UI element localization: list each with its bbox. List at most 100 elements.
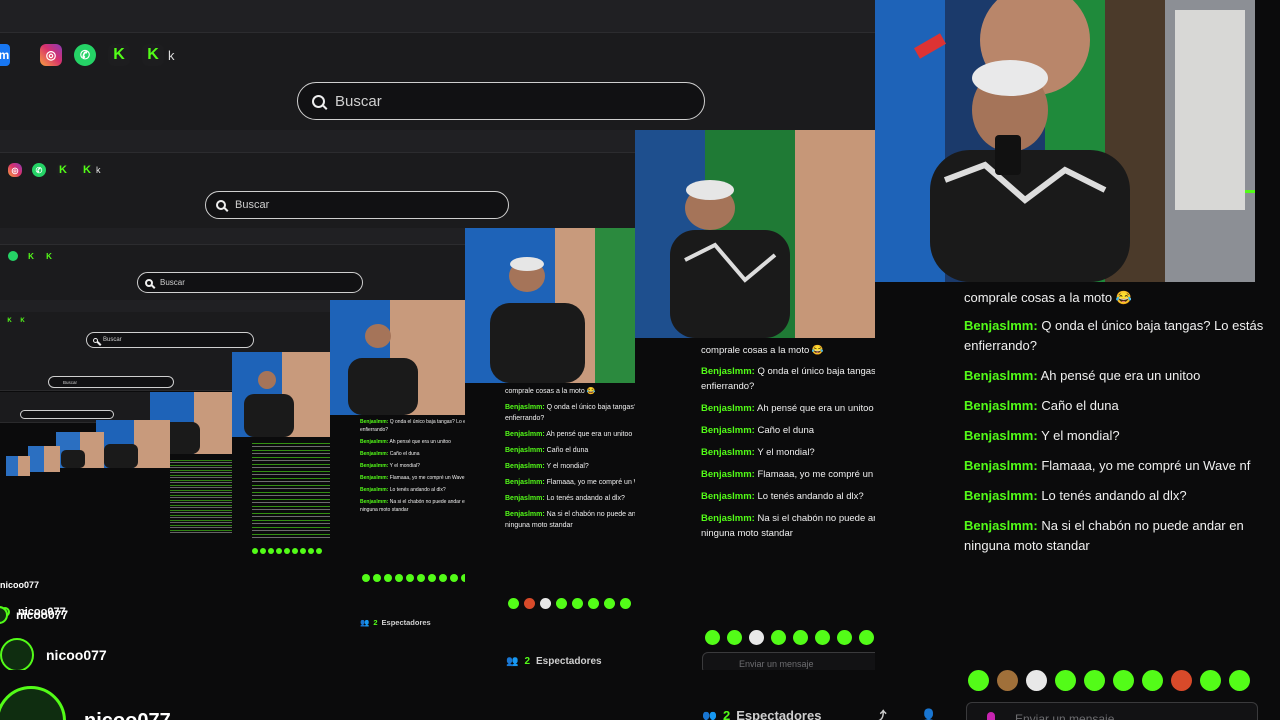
chat-username[interactable]: Benjaslmm:	[964, 488, 1038, 503]
emote-icon[interactable]	[300, 548, 306, 554]
emote-icon[interactable]	[556, 598, 567, 609]
chat-username[interactable]: Benjaslmm:	[360, 451, 388, 457]
facebook-icon[interactable]: m	[0, 44, 10, 66]
emote-icon[interactable]	[1142, 670, 1163, 691]
whatsapp-icon[interactable]	[8, 251, 18, 261]
avatar[interactable]	[0, 686, 66, 720]
chat-username[interactable]: Benjaslmm:	[360, 419, 388, 425]
avatar[interactable]	[0, 606, 8, 624]
video-player[interactable]	[96, 420, 170, 468]
emote-icon[interactable]	[540, 598, 551, 609]
emote-icon[interactable]	[749, 630, 764, 645]
instagram-icon[interactable]: ◎	[8, 163, 22, 177]
chat-username[interactable]: Benjaslmm:	[701, 366, 755, 377]
kick-icon[interactable]: K	[6, 317, 13, 324]
video-player[interactable]	[28, 446, 60, 472]
search-input[interactable]	[20, 410, 114, 419]
emote-icon[interactable]	[997, 670, 1018, 691]
chat-username[interactable]: Benjaslmm:	[701, 469, 755, 480]
emote-icon[interactable]	[276, 548, 282, 554]
emote-icon[interactable]	[588, 598, 599, 609]
channel-name[interactable]: nicoo077	[84, 710, 171, 720]
emote-icon[interactable]	[815, 630, 830, 645]
user-plus-icon[interactable]: 👤	[920, 708, 936, 720]
emote-icon[interactable]	[439, 574, 447, 582]
chat-username[interactable]: Benjaslmm:	[701, 403, 755, 414]
channel-name[interactable]: nicoo077	[16, 608, 68, 622]
emote-icon[interactable]	[524, 598, 535, 609]
video-player[interactable]	[56, 432, 104, 468]
chat-username[interactable]: Benjaslmm:	[360, 475, 388, 481]
chat-username[interactable]: Benjaslmm:	[964, 518, 1038, 533]
emote-icon[interactable]	[268, 548, 274, 554]
kick-icon[interactable]: K	[108, 44, 130, 66]
video-player[interactable]	[330, 300, 465, 415]
emote-icon[interactable]	[793, 630, 808, 645]
kick-icon[interactable]: K	[142, 44, 164, 66]
emote-icon[interactable]	[1113, 670, 1134, 691]
emote-icon[interactable]	[428, 574, 436, 582]
emote-icon[interactable]	[1055, 670, 1076, 691]
emote-icon[interactable]	[572, 598, 583, 609]
emote-icon[interactable]	[604, 598, 615, 609]
emote-icon[interactable]	[508, 598, 519, 609]
emote-icon[interactable]	[384, 574, 392, 582]
emote-icon[interactable]	[316, 548, 322, 554]
emote-icon[interactable]	[727, 630, 742, 645]
emote-icon[interactable]	[260, 548, 266, 554]
emote-icon[interactable]	[968, 670, 989, 691]
emote-icon[interactable]	[450, 574, 458, 582]
kick-icon[interactable]: K	[19, 317, 26, 324]
chat-username[interactable]: Benjaslmm:	[505, 511, 545, 518]
video-player[interactable]	[6, 456, 30, 476]
video-player[interactable]	[232, 352, 330, 437]
chat-username[interactable]: Benjaslmm:	[360, 439, 388, 445]
channel-name[interactable]: nicoo077	[46, 647, 107, 663]
emote-icon[interactable]	[837, 630, 852, 645]
chat-input[interactable]: Enviar un mensaje	[966, 702, 1258, 720]
chat-username[interactable]: Benjaslmm:	[964, 398, 1038, 413]
kick-icon[interactable]: K	[26, 251, 36, 261]
emote-icon[interactable]	[308, 548, 314, 554]
chat-username[interactable]: Benjaslmm:	[505, 404, 545, 411]
chat-username[interactable]: Benjaslmm:	[701, 513, 755, 524]
video-player[interactable]	[635, 130, 875, 338]
emote-icon[interactable]	[362, 574, 370, 582]
kick-icon[interactable]: K	[56, 163, 70, 177]
emote-icon[interactable]	[1200, 670, 1221, 691]
kick-icon[interactable]: K	[80, 163, 94, 177]
whatsapp-icon[interactable]: ✆	[32, 163, 46, 177]
chat-username[interactable]: Benjaslmm:	[701, 491, 755, 502]
emote-icon[interactable]	[373, 574, 381, 582]
emote-icon[interactable]	[395, 574, 403, 582]
chat-username[interactable]: Benjaslmm:	[964, 368, 1038, 383]
chat-username[interactable]: Benjaslmm:	[505, 495, 545, 502]
emote-icon[interactable]	[771, 630, 786, 645]
chat-username[interactable]: Benjaslmm:	[964, 428, 1038, 443]
search-input[interactable]: Buscar	[86, 332, 254, 348]
emote-icon[interactable]	[1171, 670, 1192, 691]
emote-icon[interactable]	[284, 548, 290, 554]
chat-username[interactable]: Benjaslmm:	[701, 425, 755, 436]
search-input[interactable]: Buscar	[48, 376, 174, 388]
emote-icon[interactable]	[406, 574, 414, 582]
emote-icon[interactable]	[1026, 670, 1047, 691]
chat-username[interactable]: Benjaslmm:	[505, 479, 545, 486]
chat-username[interactable]: Benjaslmm:	[360, 499, 388, 505]
emote-icon[interactable]	[292, 548, 298, 554]
chat-username[interactable]: Benjaslmm:	[360, 487, 388, 493]
search-input[interactable]: Buscar	[137, 272, 363, 293]
emote-icon[interactable]	[252, 548, 258, 554]
channel-name[interactable]: nicoo077	[0, 580, 39, 590]
emote-icon[interactable]	[859, 630, 874, 645]
emote-icon[interactable]	[417, 574, 425, 582]
video-player[interactable]: hat	[875, 0, 1255, 282]
chat-username[interactable]: Benjaslmm:	[505, 431, 545, 438]
chat-username[interactable]: Benjaslmm:	[505, 447, 545, 454]
share-icon[interactable]: ⤴	[873, 706, 886, 720]
chat-username[interactable]: Benjaslmm:	[505, 463, 545, 470]
chat-username[interactable]: Benjaslmm:	[701, 447, 755, 458]
emote-icon[interactable]	[461, 574, 465, 582]
chat-input[interactable]: Enviar un mensaje	[702, 652, 875, 670]
whatsapp-icon[interactable]: ✆	[74, 44, 96, 66]
